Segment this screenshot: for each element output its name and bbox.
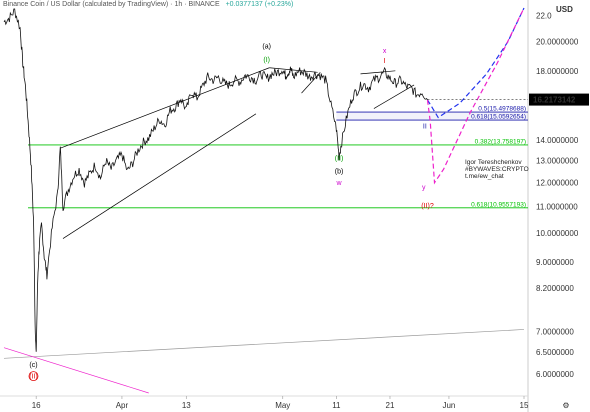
price-line [3,8,428,352]
trendline [373,84,415,109]
currency-label: USD [556,5,573,14]
author-note-line: #BYWAVES:CRYPTO [465,166,529,173]
wave-label: (I) [263,57,270,64]
y-tick-label: 9.0000000 [536,258,574,267]
wave-label: II [423,124,427,131]
x-tick-label: 11 [332,401,341,410]
author-note-line: t.me/ew_chat [465,173,504,180]
wave-label: (II) [335,156,344,163]
price-chart[interactable]: 0.5(15.4978688)0.618(15.0592654)0.382(13… [0,0,590,412]
x-tick-label: 13 [182,401,191,410]
gear-icon[interactable]: ⚙ [562,401,569,410]
trendline [269,67,318,73]
y-tick-label: 6.5000000 [536,348,574,357]
projections [426,7,525,185]
projection-blue [426,7,525,119]
y-tick-label: 14.0000000 [536,136,579,145]
x-tick-label: 15 [520,401,529,410]
trendline [62,113,257,239]
fib-level-label: 0.5(15.4978688) [478,106,526,113]
price-series [3,8,428,352]
author-note-line: Igor Tereshchenkov [465,159,522,166]
last-price-label: 16.2173142 [533,96,576,105]
y-tick-label: 13.0000000 [536,157,579,166]
x-tick-label: 21 [386,401,395,410]
trendline [60,67,270,149]
price-tags: 16.2173142 [427,93,589,106]
trendline [360,70,396,75]
fib-level-label: 0.382(13.758197) [475,138,526,145]
y-tick-label: 10.0000000 [536,229,579,238]
y-tick-label: 7.0000000 [536,327,574,336]
x-tick-label: Apr [116,401,129,410]
wave-labels: (a)(I)(II)(b)wxIIIy(II)?(c)(II) [28,44,434,381]
wave-label: y [422,185,426,192]
wave-label: I [384,58,386,65]
fib-levels: 0.5(15.4978688)0.618(15.0592654)0.382(13… [28,106,528,208]
y-axis: 22.0 20.0000000 18.0000000 14.0000000 13.000… [536,5,579,379]
y-tick-label: 8.2000000 [536,284,574,293]
fib-level-label: 0.618(10.9557193) [471,201,526,208]
wave-label: x [383,48,387,55]
fib-band [336,112,528,121]
x-axis: 16 Apr 13 May 11 21 Jun 15 ⚙ [32,396,570,410]
y-tick-label: 18.0000000 [536,67,579,76]
y-tick-label: 22.0 [536,11,552,20]
wave-label: w [336,180,343,187]
y-tick-label: 6.0000000 [536,370,574,379]
wave-label: (c) [29,362,37,369]
author-note: Igor Tereshchenkov#BYWAVES:CRYPTOt.me/ew… [465,159,529,180]
wave-label: (a) [262,44,271,51]
wave-label: (II)? [421,203,434,210]
y-tick-label: 11.0000000 [536,203,578,212]
wave-label: (b) [335,169,344,176]
trendline [3,329,525,359]
x-tick-label: Jun [442,401,455,410]
y-tick-label: 12.0000000 [536,179,579,188]
y-tick-label: 20.0000000 [536,38,579,47]
x-tick-label: May [275,401,290,410]
projection-pink [426,7,525,185]
x-tick-label: 16 [32,401,41,410]
